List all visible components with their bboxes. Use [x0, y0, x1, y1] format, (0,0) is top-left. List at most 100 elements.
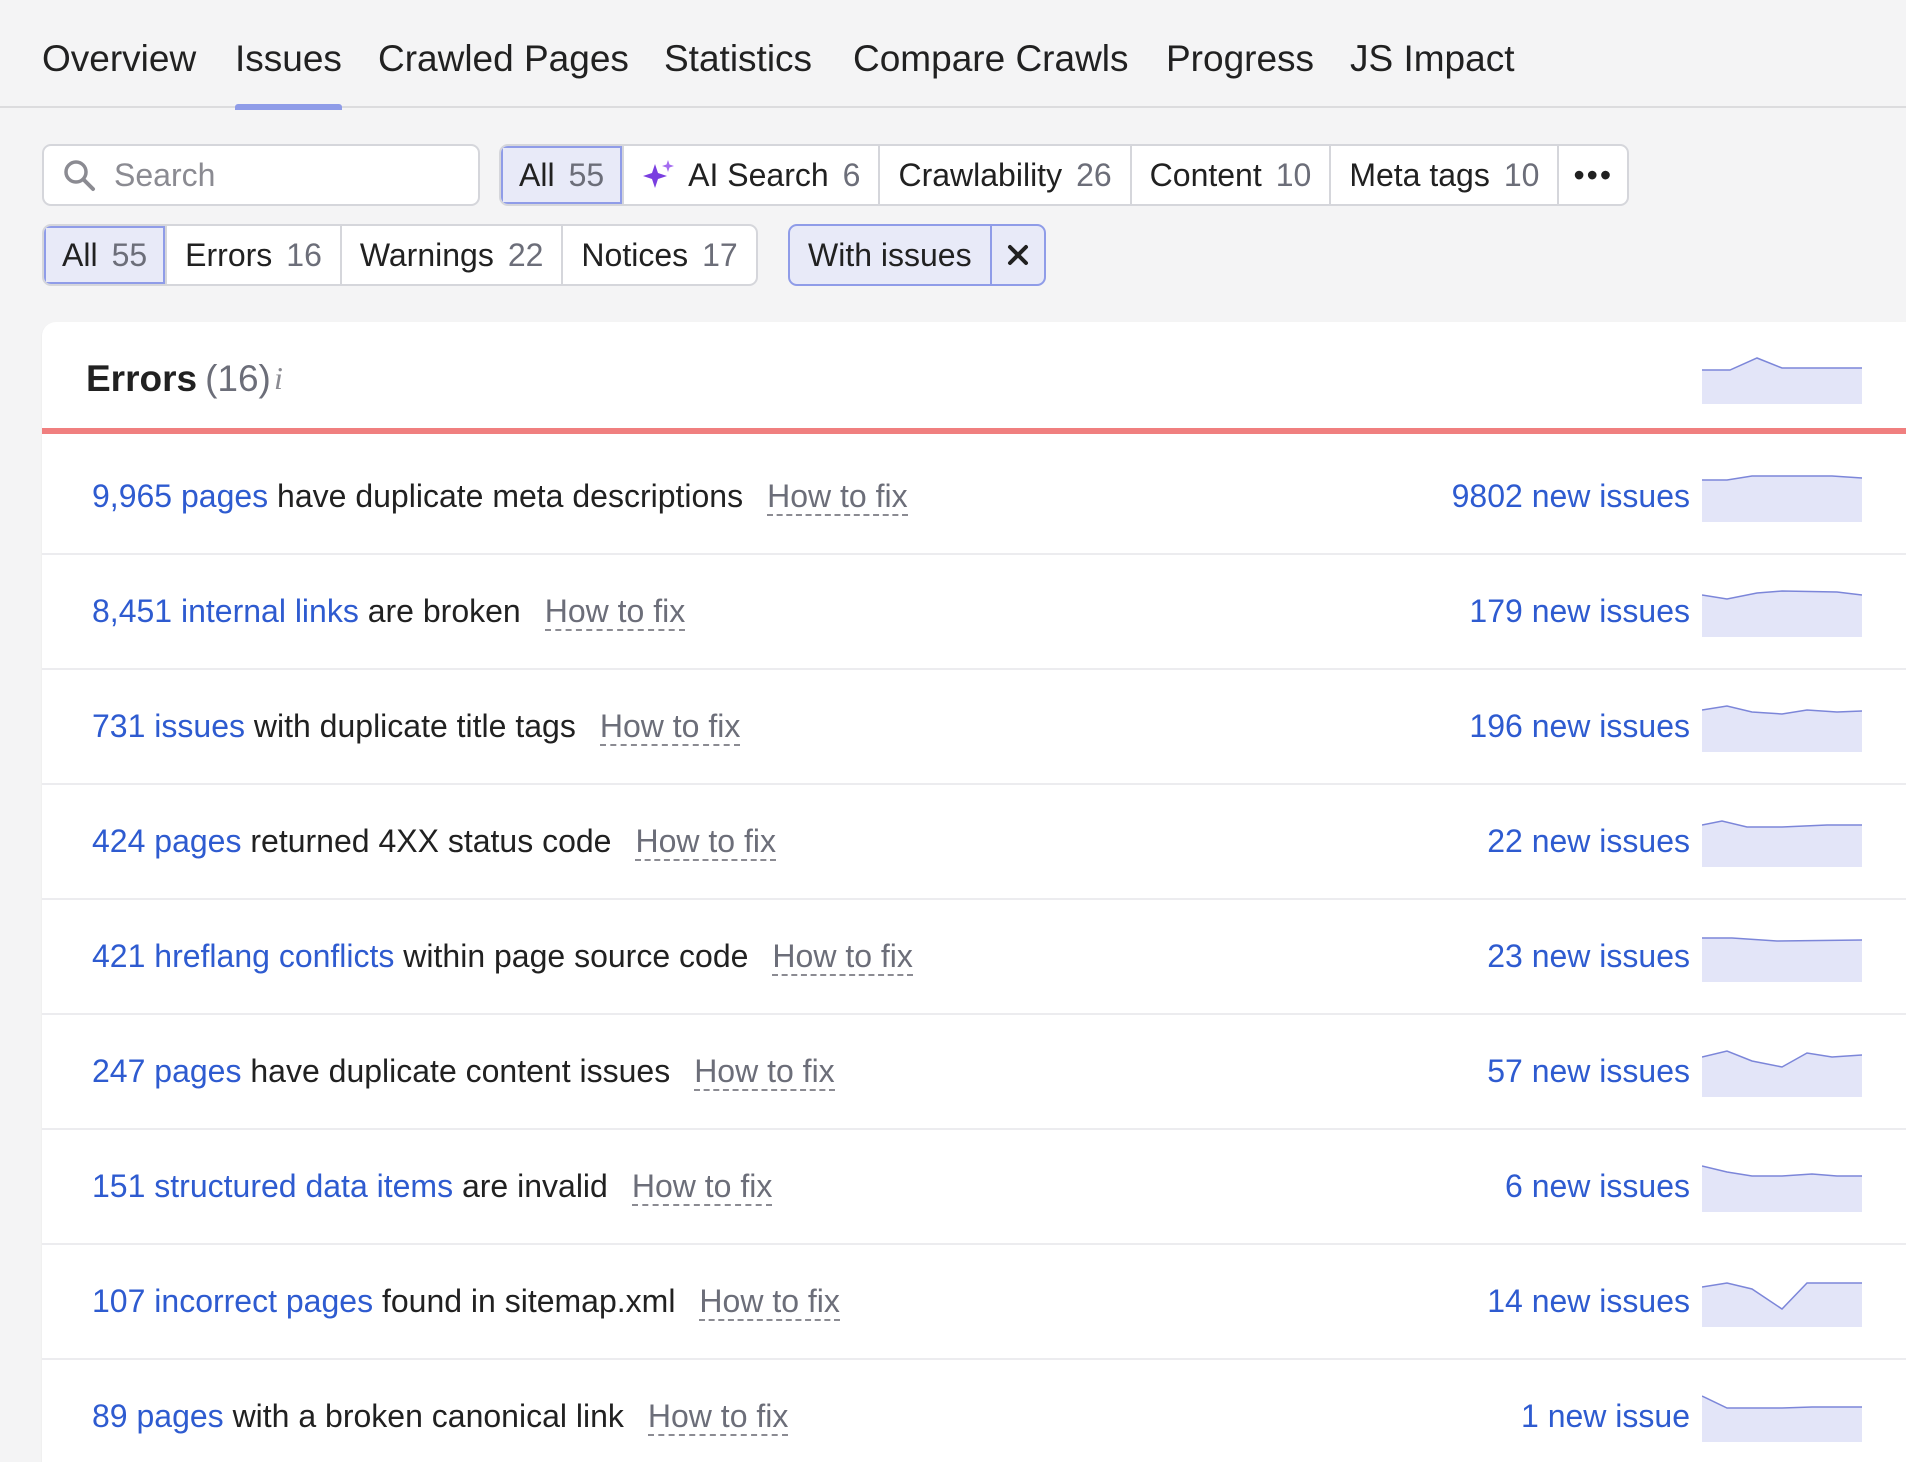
filter-count: 10 — [1503, 156, 1540, 193]
issue-description: 89 pages with a broken canonical link How… — [92, 1398, 789, 1436]
issue-description: 107 incorrect pages found in sitemap.xml… — [92, 1283, 840, 1321]
search-input[interactable] — [114, 154, 464, 196]
filter-category-crawlability[interactable]: Crawlability 26 — [880, 146, 1132, 204]
issue-description: 421 hreflang conflicts within page sourc… — [92, 938, 913, 976]
filter-category-ai-search[interactable]: AI Search 6 — [624, 146, 881, 204]
new-issues-link[interactable]: 9802 new issues — [1452, 478, 1690, 515]
tab-progress[interactable]: Progress — [1166, 38, 1314, 108]
sparkline — [1702, 1050, 1862, 1097]
new-issues-link[interactable]: 6 new issues — [1505, 1168, 1690, 1205]
chip-label[interactable]: With issues — [790, 226, 992, 284]
issue-row: 9,965 pages have duplicate meta descript… — [42, 440, 1906, 555]
issue-description: 9,965 pages have duplicate meta descript… — [92, 478, 908, 516]
tab-compare-crawls[interactable]: Compare Crawls — [853, 38, 1129, 108]
how-to-fix-link[interactable]: How to fix — [544, 593, 686, 631]
how-to-fix-link[interactable]: How to fix — [699, 1283, 840, 1321]
sparkline — [1702, 590, 1862, 637]
issue-link[interactable]: 151 structured data items — [92, 1168, 453, 1204]
sparkle-icon — [643, 160, 675, 188]
panel-title: Errors (16) — [86, 358, 271, 400]
search-icon — [64, 160, 95, 191]
sparkline — [1702, 1165, 1862, 1212]
tab-issues[interactable]: Issues — [235, 38, 342, 110]
issue-row: 424 pages returned 4XX status code How to… — [42, 785, 1906, 900]
panel-title-text: Errors — [86, 358, 198, 399]
issue-text: found in sitemap.xml — [381, 1283, 676, 1319]
new-issues-link[interactable]: 1 new issue — [1521, 1398, 1690, 1435]
filter-label: Notices — [581, 236, 689, 273]
panel-header: Errors (16) i — [42, 322, 1906, 434]
tab-statistics[interactable]: Statistics — [664, 38, 812, 108]
issue-row: 89 pages with a broken canonical link How… — [42, 1360, 1906, 1462]
issue-link[interactable]: 107 incorrect pages — [92, 1283, 373, 1319]
issue-link[interactable]: 421 hreflang conflicts — [92, 938, 394, 974]
filter-label: AI Search — [688, 156, 829, 193]
issue-link[interactable]: 8,451 internal links — [92, 593, 359, 629]
issue-description: 151 structured data items are invalid How… — [92, 1168, 773, 1206]
new-issues-link[interactable]: 57 new issues — [1487, 1053, 1690, 1090]
sparkline — [1702, 475, 1862, 522]
filter-count: 55 — [568, 156, 605, 193]
how-to-fix-link[interactable]: How to fix — [635, 823, 776, 861]
filter-count: 6 — [842, 156, 861, 193]
issue-link[interactable]: 89 pages — [92, 1398, 224, 1434]
tab-crawled-pages[interactable]: Crawled Pages — [378, 38, 629, 108]
issue-link[interactable]: 731 issues — [92, 708, 245, 744]
issue-row: 247 pages have duplicate content issues H… — [42, 1015, 1906, 1130]
info-icon[interactable]: i — [274, 360, 283, 397]
new-issues-link[interactable]: 179 new issues — [1469, 593, 1690, 630]
how-to-fix-link[interactable]: How to fix — [772, 938, 913, 976]
filter-severity-warnings[interactable]: Warnings 22 — [342, 226, 564, 284]
filter-count: 55 — [111, 236, 148, 273]
filter-count: 22 — [507, 236, 544, 273]
filter-severity-notices[interactable]: Notices 17 — [563, 226, 755, 284]
new-issues-link[interactable]: 14 new issues — [1487, 1283, 1690, 1320]
issue-description: 8,451 internal links are broken How to fi… — [92, 593, 686, 631]
new-issues-link[interactable]: 23 new issues — [1487, 938, 1690, 975]
filter-category-all[interactable]: All 55 — [501, 146, 625, 204]
tab-bar: Overview Issues Crawled Pages Statistics… — [0, 0, 1906, 110]
issue-row: 731 issues with duplicate title tags How … — [42, 670, 1906, 785]
sparkline — [1702, 357, 1862, 404]
category-filter-group: All 55 AI Search 6 Crawlability 26 Conte… — [499, 144, 1630, 206]
new-issues-link[interactable]: 196 new issues — [1469, 708, 1690, 745]
filter-label: Crawlability — [898, 156, 1063, 193]
how-to-fix-link[interactable]: How to fix — [599, 708, 741, 746]
how-to-fix-link[interactable]: How to fix — [631, 1168, 773, 1206]
filter-severity-all[interactable]: All 55 — [44, 226, 168, 284]
filter-count: 26 — [1076, 156, 1112, 193]
issue-text: are invalid — [461, 1168, 608, 1204]
filter-severity-errors[interactable]: Errors 16 — [167, 226, 342, 284]
issue-row: 8,451 internal links are broken How to fi… — [42, 555, 1906, 670]
sparkline — [1702, 937, 1862, 982]
sparkline — [1702, 705, 1862, 752]
close-icon[interactable] — [992, 226, 1044, 284]
with-issues-chip: With issues — [788, 224, 1046, 286]
filter-label: Errors — [185, 236, 273, 273]
sparkline — [1702, 1282, 1862, 1327]
filter-count: 17 — [702, 236, 738, 273]
severity-filter-group: All 55 Errors 16 Warnings 22 Notices 17 — [42, 224, 758, 286]
issue-text: within page source code — [403, 938, 749, 974]
tab-js-impact[interactable]: JS Impact — [1350, 38, 1515, 108]
filter-category-content[interactable]: Content 10 — [1132, 146, 1332, 204]
issue-link[interactable]: 9,965 pages — [92, 478, 268, 514]
new-issues-link[interactable]: 22 new issues — [1487, 823, 1690, 860]
filter-category-meta-tags[interactable]: Meta tags 10 — [1331, 146, 1560, 204]
tab-overview[interactable]: Overview — [42, 38, 196, 108]
errors-panel: Errors (16) i 9,965 pages have duplicate … — [42, 322, 1906, 1462]
more-icon[interactable]: ••• — [1559, 146, 1627, 204]
how-to-fix-link[interactable]: How to fix — [767, 478, 908, 516]
issue-description: 247 pages have duplicate content issues H… — [92, 1053, 835, 1091]
issue-description: 424 pages returned 4XX status code How to… — [92, 823, 776, 861]
filter-label: Meta tags — [1349, 156, 1490, 193]
search-box — [42, 144, 480, 206]
how-to-fix-link[interactable]: How to fix — [647, 1398, 789, 1436]
filter-label: All — [519, 156, 555, 193]
issue-text: have duplicate meta descriptions — [277, 478, 744, 514]
issue-link[interactable]: 424 pages — [92, 823, 241, 859]
issue-link[interactable]: 247 pages — [92, 1053, 241, 1089]
issue-text: with duplicate title tags — [253, 708, 576, 744]
filter-count: 10 — [1275, 156, 1312, 193]
how-to-fix-link[interactable]: How to fix — [694, 1053, 835, 1091]
